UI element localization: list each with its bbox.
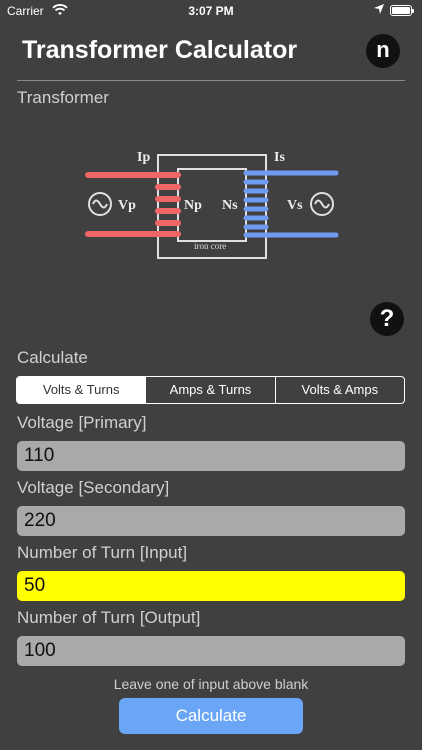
- app-logo-icon[interactable]: n: [366, 34, 400, 68]
- status-bar: Carrier 3:07 PM: [0, 0, 422, 22]
- voltage-secondary-label: Voltage [Secondary]: [17, 478, 170, 497]
- hint-text: Leave one of input above blank: [113, 676, 309, 692]
- turns-output-field[interactable]: 100: [17, 636, 405, 666]
- turns-input-field[interactable]: 50: [17, 571, 405, 601]
- turns-output-label: Number of Turn [Output]: [17, 608, 201, 627]
- label-np: Np: [184, 198, 202, 213]
- label-ns: Ns: [222, 198, 238, 213]
- section-title-calculate: Calculate: [17, 348, 88, 367]
- mode-segmented-control: Volts & Turns Amps & Turns Volts & Amps: [16, 376, 405, 404]
- section-title-transformer: Transformer: [17, 88, 109, 107]
- divider: [17, 80, 405, 81]
- location-arrow-icon: [374, 4, 384, 14]
- tab-volts-turns[interactable]: Volts & Turns: [17, 377, 146, 403]
- tab-volts-amps[interactable]: Volts & Amps: [274, 377, 404, 403]
- ac-source-icon: [88, 192, 112, 216]
- label-ip: Ip: [137, 150, 150, 165]
- label-iron-core: iron core: [194, 241, 226, 251]
- calculate-button[interactable]: Calculate: [119, 698, 303, 734]
- page-title: Transformer Calculator: [22, 36, 298, 64]
- voltage-primary-input[interactable]: 110: [17, 441, 405, 471]
- ac-load-icon: [310, 192, 334, 216]
- label-is: Is: [274, 150, 285, 165]
- turns-input-label: Number of Turn [Input]: [17, 543, 188, 562]
- tab-amps-turns[interactable]: Amps & Turns: [145, 377, 274, 403]
- battery-icon: [390, 5, 414, 16]
- clock: 3:07 PM: [188, 4, 234, 18]
- voltage-secondary-input[interactable]: 220: [17, 506, 405, 536]
- voltage-primary-label: Voltage [Primary]: [17, 413, 147, 432]
- label-vs: Vs: [287, 198, 303, 213]
- transformer-diagram: Ip Is Vp Np Ns Vs iron core: [85, 150, 339, 259]
- help-button[interactable]: ?: [370, 302, 404, 336]
- label-vp: Vp: [118, 198, 136, 213]
